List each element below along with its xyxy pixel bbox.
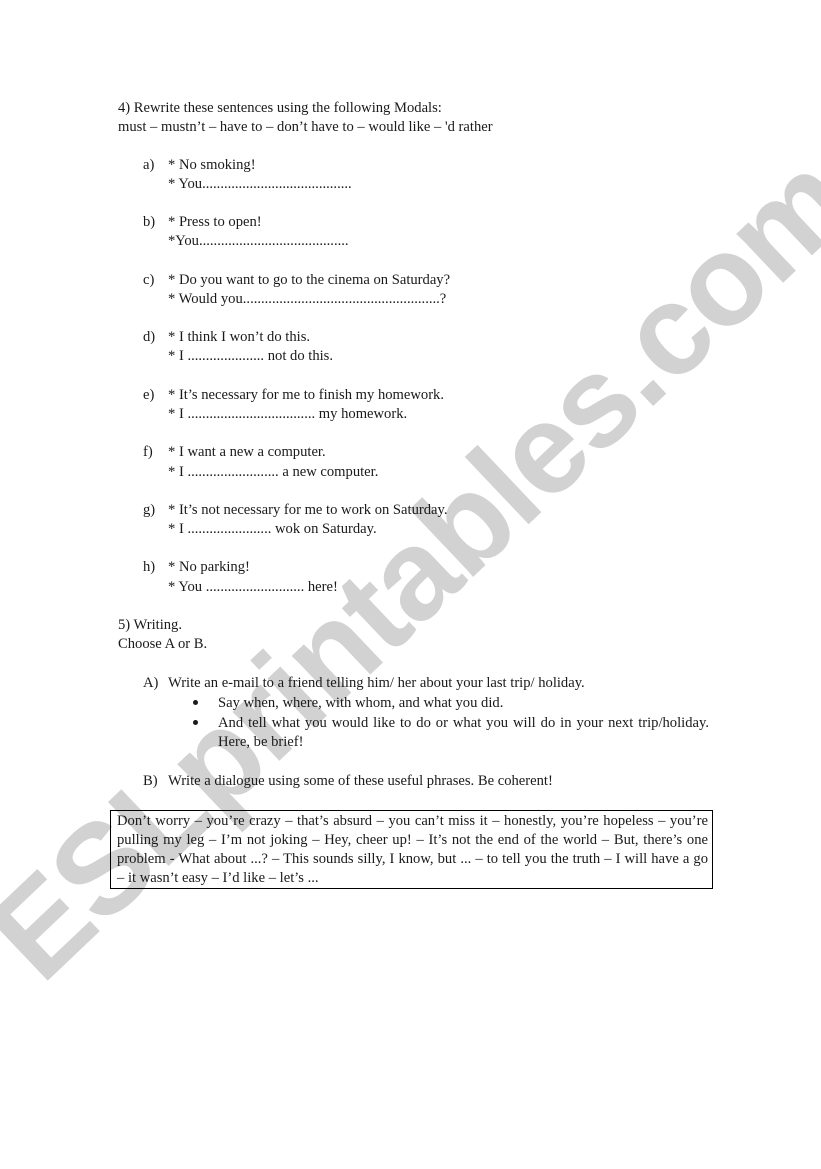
bullet-icon: [193, 700, 198, 705]
option-b-text: Write a dialogue using some of these use…: [168, 773, 553, 789]
item-d-answer-line[interactable]: * I ..................... not do this.: [168, 347, 333, 365]
item-a-letter: a): [143, 157, 155, 173]
item-f-prompt: * I want a new a computer.: [168, 444, 326, 460]
item-e-letter: e): [143, 387, 155, 403]
item-g-answer-line[interactable]: * I ....................... wok on Satur…: [168, 520, 377, 538]
item-a-prompt: * No smoking!: [168, 157, 256, 173]
option-a-bullet-1: Say when, where, with whom, and what you…: [218, 695, 504, 711]
item-d-letter: d): [143, 329, 156, 345]
option-a-bullet-2: And tell what you would like to do or wh…: [218, 715, 709, 750]
item-g-letter: g): [143, 502, 156, 518]
option-b-letter: B): [143, 773, 158, 789]
item-h-letter: h): [143, 559, 156, 575]
item-b-letter: b): [143, 214, 156, 230]
bullet-icon: [193, 720, 198, 725]
item-h-answer-line[interactable]: * You ........................... here!: [168, 578, 338, 596]
item-h-prompt: * No parking!: [168, 559, 250, 575]
section-5-instruction: Choose A or B.: [118, 636, 208, 652]
item-c-prompt: * Do you want to go to the cinema on Sat…: [168, 272, 451, 288]
item-c-answer-line[interactable]: * Would you.............................…: [168, 290, 446, 308]
modals-list: must – mustn’t – have to – don’t have to…: [118, 119, 493, 135]
item-e-prompt: * It’s necessary for me to finish my hom…: [168, 387, 445, 403]
option-a-letter: A): [143, 675, 159, 691]
useful-phrases-box: Don’t worry – you’re crazy – that’s absu…: [110, 810, 713, 889]
item-d-prompt: * I think I won’t do this.: [168, 329, 311, 345]
item-b-answer-line[interactable]: *You....................................…: [168, 232, 349, 250]
item-f-answer-line[interactable]: * I ......................... a new comp…: [168, 463, 378, 481]
item-e-answer-line[interactable]: * I ................................... …: [168, 405, 407, 423]
item-a-answer-line[interactable]: * You...................................…: [168, 175, 352, 193]
worksheet-page: ESLprintables.com 4) Rewrite these sente…: [0, 0, 821, 1169]
item-f-letter: f): [143, 444, 153, 460]
option-a-text: Write an e-mail to a friend telling him/…: [168, 675, 585, 691]
item-g-prompt: * It’s not necessary for me to work on S…: [168, 502, 448, 518]
item-c-letter: c): [143, 272, 155, 288]
section-5-title: 5) Writing.: [118, 617, 182, 633]
item-b-prompt: * Press to open!: [168, 214, 262, 230]
section-4-title: 4) Rewrite these sentences using the fol…: [118, 100, 442, 116]
